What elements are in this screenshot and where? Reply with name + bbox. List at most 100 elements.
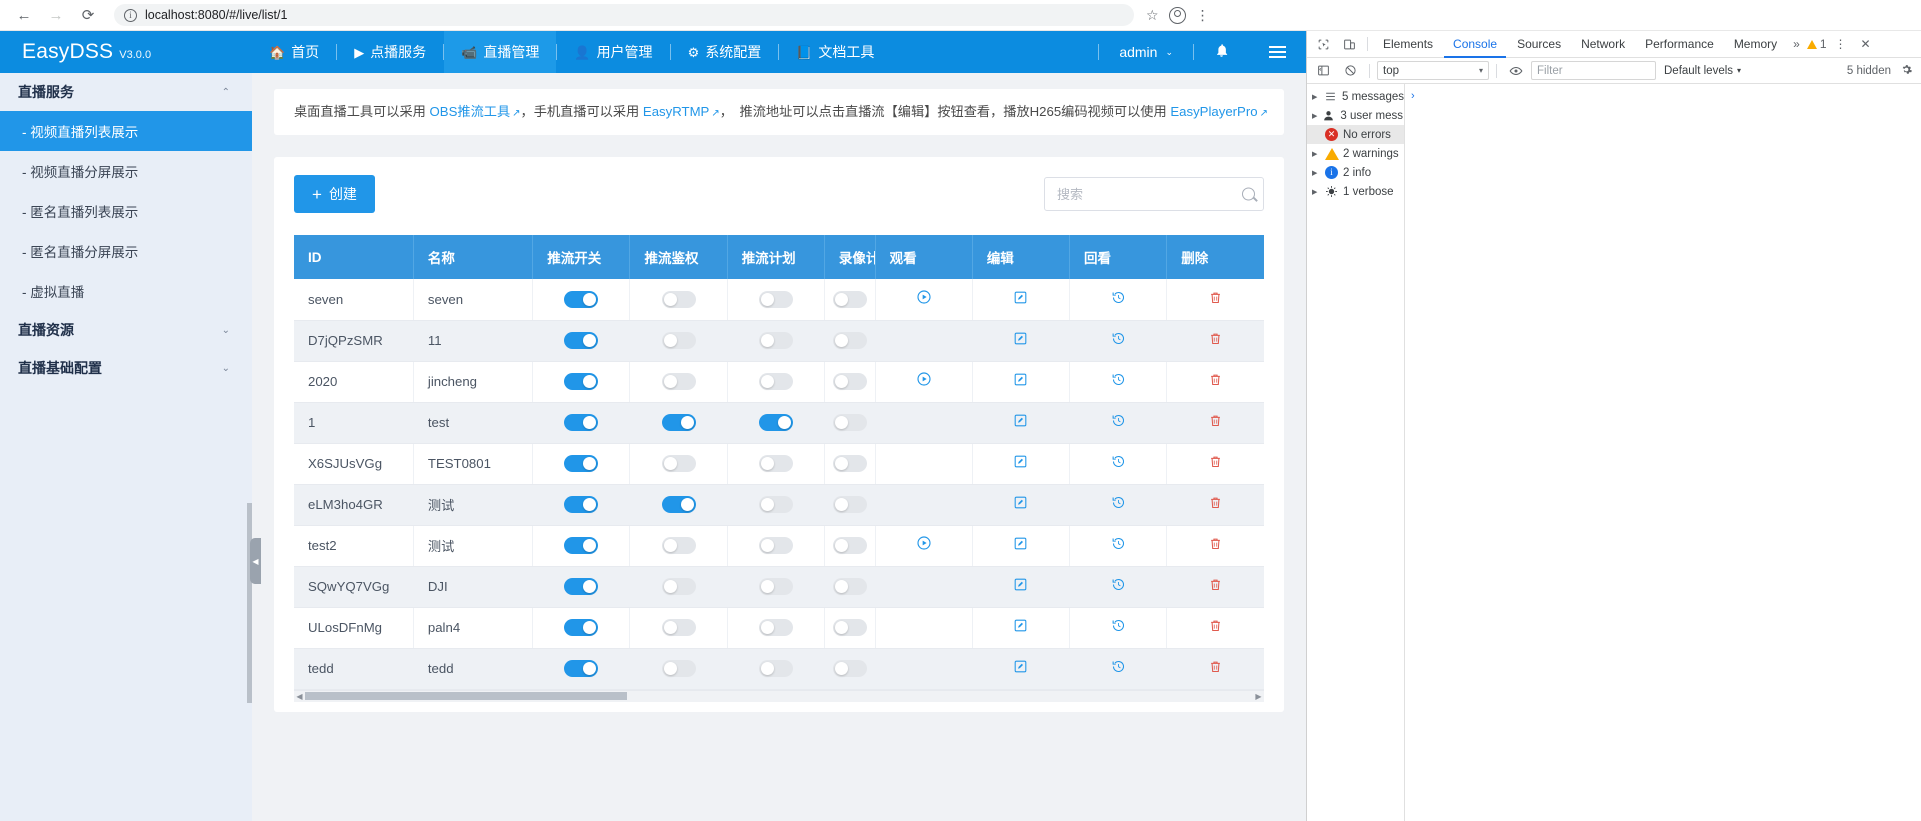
expand-arrow-icon[interactable]: ▶ [1312,169,1320,177]
push-auth-toggle[interactable] [661,373,696,391]
bookmark-star-icon[interactable]: ☆ [1146,7,1159,24]
console-sidebar-toggle-icon[interactable] [1311,60,1335,82]
push-auth-toggle[interactable] [661,414,696,432]
edit-icon[interactable] [1013,291,1028,309]
sidebar-item-video-live-list[interactable]: - 视频直播列表展示 [0,111,252,151]
sidebar-item-anon-live-list[interactable]: - 匿名直播列表展示 [0,191,252,231]
profile-icon[interactable] [1168,6,1186,24]
push-plan-toggle[interactable] [758,537,793,555]
reload-button[interactable]: ⟳ [74,1,102,29]
play-icon[interactable] [916,372,932,391]
sidebar-group-live-service[interactable]: 直播服务 ⌃ [0,73,252,111]
review-icon[interactable] [1111,661,1126,678]
tab-sources[interactable]: Sources [1508,31,1570,58]
nav-item-users[interactable]: 👤 用户管理 [557,31,669,73]
expand-arrow-icon[interactable]: ▶ [1312,112,1317,120]
console-sidebar-row[interactable]: ▶ 1 verbose [1307,182,1404,201]
push-switch-toggle[interactable] [564,291,599,309]
col-push-auth[interactable]: 推流鉴权 [629,235,728,280]
delete-icon[interactable] [1208,374,1223,391]
record-toggle[interactable] [832,496,867,514]
forward-button[interactable]: → [42,1,70,29]
devtools-menu-icon[interactable]: ⋮ [1829,37,1853,51]
review-icon[interactable] [1111,620,1126,637]
device-toolbar-icon[interactable] [1337,33,1361,55]
create-button[interactable]: + 创建 [294,175,375,214]
console-sidebar-row[interactable]: ▶ 3 user mess… [1307,106,1404,125]
record-toggle[interactable] [832,332,867,350]
review-icon[interactable] [1111,374,1126,391]
push-plan-toggle[interactable] [758,373,793,391]
sidebar-item-video-live-split[interactable]: - 视频直播分屏展示 [0,151,252,191]
push-auth-toggle[interactable] [661,578,696,596]
edit-icon[interactable] [1013,579,1028,596]
record-toggle[interactable] [832,373,867,391]
console-sidebar-row[interactable]: ▶ 5 messages [1307,87,1404,106]
push-switch-toggle[interactable] [564,414,599,432]
col-push-plan[interactable]: 推流计划 [727,235,825,280]
user-menu[interactable]: admin ⌄ [1099,31,1193,73]
easyrtmp-link[interactable]: EasyRTMP ↗ [643,104,720,119]
tab-performance[interactable]: Performance [1636,31,1723,58]
review-icon[interactable] [1111,579,1126,596]
record-toggle[interactable] [832,660,867,678]
col-watch[interactable]: 观看 [875,235,973,280]
edit-icon[interactable] [1013,333,1028,350]
live-expression-eye-icon[interactable] [1504,60,1528,82]
scroll-right-arrow[interactable]: ▶ [1253,692,1264,701]
play-icon[interactable] [916,290,932,309]
push-auth-toggle[interactable] [661,332,696,350]
console-sidebar-row[interactable]: ▶ 2 warnings [1307,144,1404,163]
delete-icon[interactable] [1208,497,1223,514]
push-plan-toggle[interactable] [758,291,793,309]
hamburger-menu-button[interactable] [1249,31,1306,73]
col-edit[interactable]: 编辑 [972,235,1071,280]
record-toggle[interactable] [832,619,867,637]
nav-item-home[interactable]: 🏠 首页 [252,31,336,73]
console-sidebar-row[interactable]: ▶ i 2 info [1307,163,1404,182]
push-switch-toggle[interactable] [564,455,599,473]
filter-input[interactable]: Filter [1531,61,1656,80]
col-id[interactable]: ID [294,235,414,280]
sidebar-item-virtual-live[interactable]: - 虚拟直播 [0,271,252,311]
push-auth-toggle[interactable] [661,496,696,514]
execution-context-select[interactable]: top ▾ [1377,61,1489,80]
expand-arrow-icon[interactable]: ▶ [1312,150,1320,158]
tab-console[interactable]: Console [1444,31,1507,58]
site-info-icon[interactable]: i [124,8,137,22]
record-toggle[interactable] [832,291,867,309]
nav-item-live[interactable]: 📹 直播管理 [444,31,557,73]
delete-icon[interactable] [1208,620,1223,637]
delete-icon[interactable] [1208,333,1223,350]
console-sidebar-row[interactable]: ✕ No errors [1307,125,1404,144]
push-plan-toggle[interactable] [758,496,793,514]
edit-icon[interactable] [1013,538,1028,555]
push-plan-toggle[interactable] [758,578,793,596]
review-icon[interactable] [1111,456,1126,473]
push-switch-toggle[interactable] [564,332,599,350]
sidebar-collapse-handle[interactable]: ◀ [250,538,261,584]
clear-console-icon[interactable] [1338,60,1362,82]
review-icon[interactable] [1111,538,1126,555]
nav-item-settings[interactable]: ⚙ 系统配置 [671,31,779,73]
col-push-switch[interactable]: 推流开关 [532,235,631,280]
scroll-track[interactable] [305,692,1253,701]
console-output[interactable]: › [1405,84,1921,821]
sidebar-scrollbar[interactable] [247,503,252,703]
browser-menu-icon[interactable]: ⋮ [1196,7,1210,24]
col-delete[interactable]: 删除 [1166,235,1264,280]
search-input[interactable] [1044,177,1264,212]
play-icon[interactable] [916,536,932,555]
review-icon[interactable] [1111,497,1126,514]
search-icon[interactable] [1242,187,1255,201]
edit-icon[interactable] [1013,497,1028,514]
col-record[interactable]: 录像计 [824,235,876,280]
push-switch-toggle[interactable] [564,496,599,514]
warning-count-badge[interactable]: 1 [1806,37,1827,51]
push-plan-toggle[interactable] [758,455,793,473]
sidebar-group-live-resource[interactable]: 直播资源 ⌄ [0,311,252,349]
push-switch-toggle[interactable] [564,537,599,555]
expand-arrow-icon[interactable]: ▶ [1312,93,1319,101]
easyplayerpro-link[interactable]: EasyPlayerPro ↗ [1170,104,1268,119]
devtools-settings-icon[interactable] [1900,63,1917,79]
